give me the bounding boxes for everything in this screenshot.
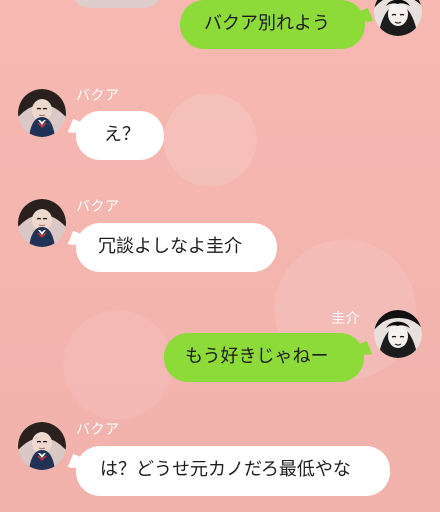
message-bubble-contact-3: は？どうせ元カノだろ最低やな — [76, 446, 390, 496]
female-avatar-icon — [18, 422, 66, 470]
contact-avatar[interactable] — [18, 199, 66, 247]
contact-avatar[interactable] — [18, 422, 66, 470]
female-avatar-icon — [18, 89, 66, 137]
user-avatar[interactable] — [374, 310, 422, 358]
message-text: 冗談よしなよ圭介 — [98, 236, 242, 257]
top-partial-bubble — [72, 0, 162, 8]
message-bubble-contact-2: 冗談よしなよ圭介 — [76, 223, 277, 272]
sender-name: バクア — [76, 199, 120, 215]
sender-name: バクア — [76, 422, 120, 438]
sender-name: 圭介 — [331, 311, 360, 327]
message-text: は？どうせ元カノだろ最低やな — [100, 459, 351, 480]
message-text: もう好きじゃねー — [185, 346, 329, 367]
message-bubble-user-1: バクア別れよう — [180, 0, 365, 49]
message-text: バクア別れよう — [204, 13, 330, 34]
sender-name: バクア — [76, 88, 120, 104]
message-bubble-user-2: もう好きじゃねー — [164, 333, 364, 382]
female-avatar-icon — [18, 199, 66, 247]
message-bubble-contact-1: え？ — [76, 111, 164, 160]
contact-avatar[interactable] — [18, 89, 66, 137]
male-avatar-icon — [374, 310, 422, 358]
message-text: え？ — [104, 124, 140, 145]
